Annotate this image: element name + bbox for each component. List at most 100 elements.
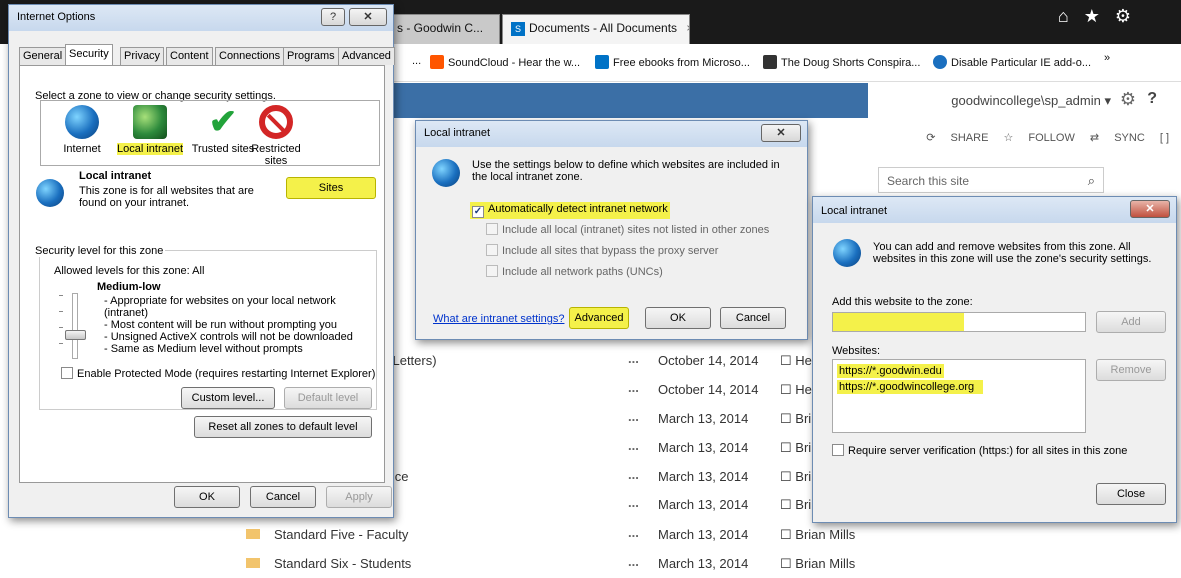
favorite-disable-ie-addon[interactable]: Disable Particular IE add-o... xyxy=(933,55,1091,69)
cancel-button[interactable]: Cancel xyxy=(250,486,316,508)
browser-tab-goodwin[interactable]: s - Goodwin C... xyxy=(388,14,500,44)
tab-general[interactable]: General xyxy=(19,47,67,65)
document-menu-ellipsis[interactable]: ... xyxy=(628,495,639,510)
folder-icon xyxy=(246,529,260,539)
document-modified-by[interactable]: ☐ Bri xyxy=(780,411,811,427)
zone-label: Trusted sites xyxy=(191,143,255,155)
website-list-item[interactable]: https://*.goodwincollege.org xyxy=(837,380,983,394)
document-row[interactable]: Standard Five - Faculty... March 13, 2014… xyxy=(240,521,1120,549)
require-https-checkbox[interactable] xyxy=(832,444,844,456)
tools-gear-icon[interactable]: ⚙ xyxy=(1115,6,1131,26)
protected-mode-checkbox[interactable] xyxy=(61,367,73,379)
settings-gear-icon[interactable]: ⚙ xyxy=(1120,89,1136,110)
favorites-overflow-chevron[interactable]: » xyxy=(1104,52,1110,64)
tab-content[interactable]: Content xyxy=(166,47,213,65)
auto-detect-checkbox[interactable]: ✓ xyxy=(472,206,484,218)
user-menu[interactable]: goodwincollege\sp_admin ▾ xyxy=(951,93,1111,109)
document-modified-date: March 13, 2014 xyxy=(658,469,749,484)
include-bypass-checkbox[interactable] xyxy=(486,244,498,256)
auto-detect-option[interactable]: ✓ Automatically detect intranet network xyxy=(470,202,670,219)
sync-button[interactable]: ⇄ SYNC xyxy=(1090,132,1145,144)
browser-tab-documents[interactable]: S Documents - All Documents × xyxy=(502,14,690,44)
cancel-button[interactable]: Cancel xyxy=(720,307,786,329)
help-button[interactable]: ? xyxy=(321,8,345,26)
protected-mode-option[interactable]: Enable Protected Mode (requires restarti… xyxy=(61,367,375,380)
document-name[interactable]: Standard Five - Faculty xyxy=(274,527,408,542)
close-button[interactable]: ✕ xyxy=(349,8,387,26)
document-modified-by[interactable]: ☐ Brian Mills xyxy=(780,556,855,572)
ok-button[interactable]: OK xyxy=(645,307,711,329)
include-unc-option[interactable]: Include all network paths (UNCs) xyxy=(486,265,663,278)
reset-all-zones-button[interactable]: Reset all zones to default level xyxy=(194,416,372,438)
follow-button[interactable]: ☆ FOLLOW xyxy=(1003,132,1074,144)
tab-programs[interactable]: Programs xyxy=(283,47,339,65)
sites-button[interactable]: Sites xyxy=(286,177,376,199)
favorite-truncated[interactable]: ... xyxy=(412,55,421,67)
favorite-microsoft-ebooks[interactable]: Free ebooks from Microso... xyxy=(595,55,750,69)
add-site-input[interactable] xyxy=(832,312,1086,332)
tab-connections[interactable]: Connections xyxy=(215,47,285,65)
focus-content-icon[interactable]: [ ] xyxy=(1160,132,1169,144)
document-modified-by[interactable]: ☐ Bri xyxy=(780,497,811,513)
favorites-star-icon[interactable]: ★ xyxy=(1084,6,1100,26)
document-modified-by[interactable]: ☐ Brian Mills xyxy=(780,527,855,543)
document-name[interactable]: Standard Six - Students xyxy=(274,556,411,571)
websites-list[interactable]: https://*.goodwin.edu https://*.goodwinc… xyxy=(832,359,1086,433)
document-menu-ellipsis[interactable]: ... xyxy=(628,467,639,482)
zone-restricted-sites[interactable]: Restricted sites xyxy=(246,105,306,167)
favorite-soundcloud[interactable]: SoundCloud - Hear the w... xyxy=(430,55,580,69)
modified-by-name: Bri xyxy=(795,411,812,426)
close-button[interactable]: ✕ xyxy=(761,124,801,142)
search-box[interactable]: Search this site ⌕ xyxy=(878,167,1104,193)
add-button[interactable]: Add xyxy=(1096,311,1166,333)
apply-button[interactable]: Apply xyxy=(326,486,392,508)
intranet-settings-help-link[interactable]: What are intranet settings? xyxy=(433,313,564,325)
remove-button[interactable]: Remove xyxy=(1096,359,1166,381)
zone-label: Restricted sites xyxy=(251,143,301,167)
ok-button[interactable]: OK xyxy=(174,486,240,508)
document-modified-by[interactable]: ☐ He xyxy=(780,382,812,398)
document-menu-ellipsis[interactable]: ... xyxy=(628,380,639,395)
tab-close-icon[interactable]: × xyxy=(686,21,689,35)
default-level-button[interactable]: Default level xyxy=(284,387,372,409)
site-globe-icon xyxy=(933,55,947,69)
website-list-item[interactable]: https://*.goodwin.edu xyxy=(837,364,944,378)
tab-label: s - Goodwin C... xyxy=(397,21,484,35)
require-https-option[interactable]: Require server verification (https:) for… xyxy=(832,444,1127,457)
favorite-doug-shorts[interactable]: The Doug Shorts Conspira... xyxy=(763,55,920,69)
include-local-sites-option[interactable]: Include all local (intranet) sites not l… xyxy=(486,223,769,236)
document-modified-by[interactable]: ☐ Bri xyxy=(780,440,811,456)
protected-mode-label: Enable Protected Mode (requires restarti… xyxy=(77,368,376,380)
browser-tab-strip: s - Goodwin C... S Documents - All Docume… xyxy=(388,14,1148,44)
document-modified-by[interactable]: ☐ He xyxy=(780,353,812,369)
close-dialog-button[interactable]: Close xyxy=(1096,483,1166,505)
close-button[interactable]: ✕ xyxy=(1130,200,1170,218)
include-unc-checkbox[interactable] xyxy=(486,265,498,277)
allowed-levels: Allowed levels for this zone: All xyxy=(54,265,205,277)
slider-tick xyxy=(59,311,63,312)
document-menu-ellipsis[interactable]: ... xyxy=(628,351,639,366)
websites-label: Websites: xyxy=(832,345,881,357)
zone-local-intranet[interactable]: Local intranet xyxy=(111,105,189,155)
security-level-slider-track[interactable] xyxy=(72,293,78,359)
document-menu-ellipsis[interactable]: ... xyxy=(628,525,639,540)
tab-advanced[interactable]: Advanced xyxy=(338,47,395,65)
document-row[interactable]: Standard Six - Students... March 13, 2014… xyxy=(240,550,1120,578)
dialog-title: Internet Options xyxy=(17,11,96,23)
document-menu-ellipsis[interactable]: ... xyxy=(628,438,639,453)
internet-options-dialog: Internet Options ? ✕ General Security Pr… xyxy=(8,4,395,518)
tab-security[interactable]: Security xyxy=(65,44,113,66)
zone-internet[interactable]: Internet xyxy=(43,105,121,155)
include-local-checkbox[interactable] xyxy=(486,223,498,235)
custom-level-button[interactable]: Custom level... xyxy=(181,387,275,409)
help-icon[interactable]: ? xyxy=(1147,90,1157,108)
search-icon[interactable]: ⌕ xyxy=(1088,173,1095,189)
document-modified-by[interactable]: ☐ Bri xyxy=(780,469,811,485)
share-button[interactable]: ⟳ SHARE xyxy=(926,132,988,144)
home-icon[interactable]: ⌂ xyxy=(1058,6,1069,26)
tab-privacy[interactable]: Privacy xyxy=(120,47,165,65)
document-menu-ellipsis[interactable]: ... xyxy=(628,409,639,424)
advanced-button[interactable]: Advanced xyxy=(569,307,629,329)
include-bypass-proxy-option[interactable]: Include all sites that bypass the proxy … xyxy=(486,244,718,257)
security-level-slider-thumb[interactable] xyxy=(65,330,86,340)
